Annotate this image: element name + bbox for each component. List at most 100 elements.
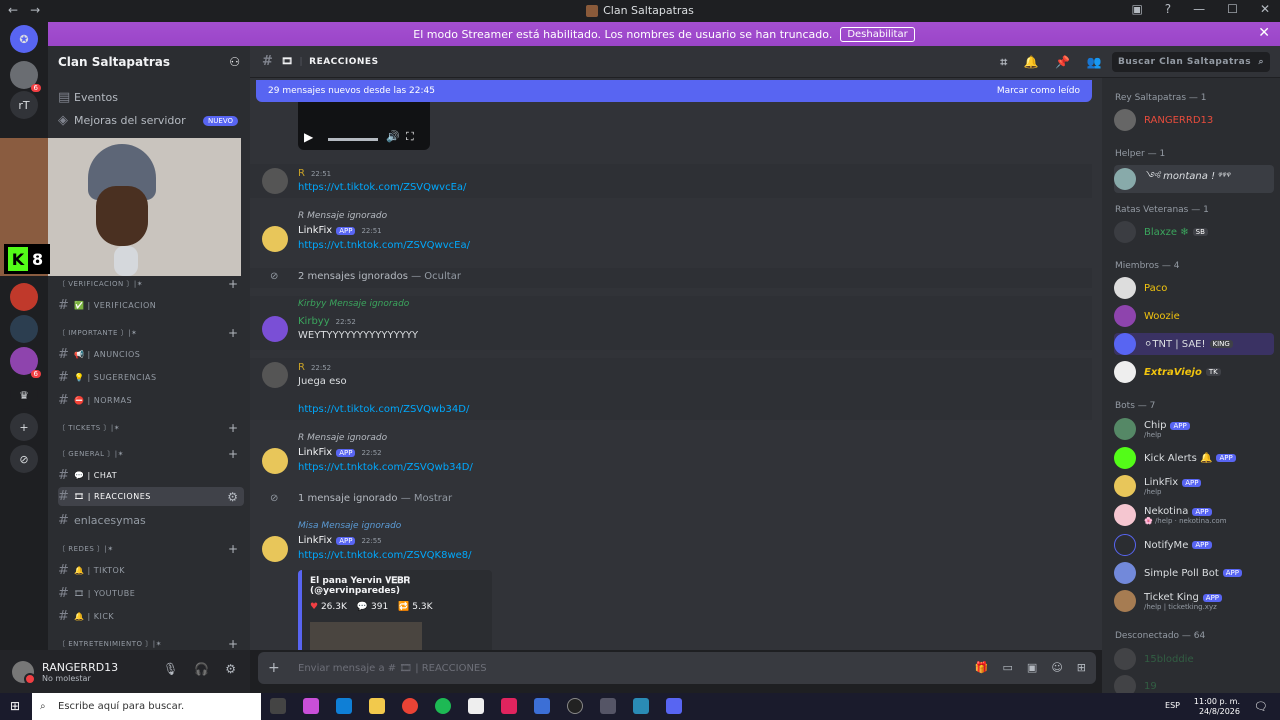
avatar[interactable]	[262, 168, 288, 194]
category-redes[interactable]: 〔 REDES 〕|✶ +	[58, 542, 244, 556]
clock[interactable]: 11:00 p. m. 24/8/2026	[1194, 697, 1240, 717]
video-player[interactable]: ▶ 🔊 ⛶	[298, 100, 430, 150]
mark-read-button[interactable]: Marcar como leído	[997, 86, 1080, 96]
member-item[interactable]: Nekotina APP 🌸 /help · nekotina.com	[1114, 504, 1274, 526]
headphones-icon[interactable]: 🎧	[194, 662, 209, 676]
app-icon[interactable]	[534, 698, 550, 714]
invite-icon[interactable]: ⚇	[229, 55, 240, 69]
reply-preview[interactable]: R Mensaje ignorado	[298, 433, 387, 443]
back-arrow-icon[interactable]: ←	[8, 3, 18, 17]
gif-icon[interactable]: ▭	[1003, 661, 1013, 674]
sticker-icon[interactable]: ▣	[1027, 661, 1037, 674]
channel-normas[interactable]: # ⛔ | NORMAS	[58, 393, 244, 408]
play-icon[interactable]: ▶	[304, 130, 313, 144]
category-tickets[interactable]: 〔 TICKETS 〕|✶ +	[58, 421, 244, 435]
edge-icon[interactable]	[336, 698, 352, 714]
member-item[interactable]: LinkFix APP/help	[1114, 475, 1274, 497]
avatar[interactable]	[262, 226, 288, 252]
member-item[interactable]: Woozie	[1114, 305, 1274, 327]
inbox-icon[interactable]: ▣	[1131, 2, 1142, 16]
app-icon[interactable]	[501, 698, 517, 714]
notification-icon[interactable]: 🗨	[1254, 700, 1268, 713]
discord-home-icon[interactable]: ✪	[10, 25, 38, 53]
mic-icon[interactable]: 🎙	[163, 662, 178, 676]
category-general[interactable]: 〔 GENERAL 〕|✶ +	[58, 447, 244, 461]
windows-start-icon[interactable]: ⊞	[10, 699, 20, 713]
avatar[interactable]	[262, 536, 288, 562]
server-header[interactable]: Clan Saltapatras ⚇	[48, 46, 250, 78]
message-link[interactable]: https://vt.tiktok.com/ZSVQwvcEa/	[298, 182, 466, 193]
pin-icon[interactable]: 📌	[1055, 55, 1070, 70]
events-item[interactable]: ▤ Eventos	[58, 90, 244, 105]
member-item[interactable]: Paco	[1114, 277, 1274, 299]
fullscreen-icon[interactable]: ⛶	[406, 130, 414, 144]
threads-icon[interactable]: ⌗	[1000, 55, 1007, 70]
server-icon-f[interactable]	[10, 315, 38, 343]
message-link[interactable]: https://vt.tnktok.com/ZSVQwvcEa/	[298, 240, 470, 251]
member-item[interactable]: NotifyMe APP	[1114, 534, 1274, 556]
avatar[interactable]	[262, 448, 288, 474]
server-icon-digital[interactable]	[10, 283, 38, 311]
emoji-icon[interactable]: ☺	[1051, 661, 1062, 674]
reply-preview[interactable]: Kirbyy Mensaje ignorado	[298, 299, 409, 309]
banner-close-icon[interactable]: ✕	[1258, 25, 1270, 41]
reply-preview[interactable]: R Mensaje ignorado	[298, 211, 387, 221]
copilot-icon[interactable]	[303, 698, 319, 714]
app-icon[interactable]	[600, 698, 616, 714]
search-input[interactable]: Buscar Clan Saltapatras ⌕	[1112, 52, 1270, 72]
member-item[interactable]: Kick Alerts 🔔 APP	[1114, 447, 1274, 469]
ignored-messages[interactable]: ⊘ 1 mensaje ignorado — Mostrar	[250, 490, 1092, 510]
add-channel-icon[interactable]: +	[228, 277, 238, 291]
volume-icon[interactable]: 🔊	[386, 130, 400, 143]
channel-tiktok[interactable]: # 🔔 | TIKTOK	[58, 563, 244, 578]
explore-icon[interactable]: ⊘	[10, 445, 38, 473]
notepad-icon[interactable]	[468, 698, 484, 714]
new-messages-bar[interactable]: 29 mensajes nuevos desde las 22:45 Marca…	[256, 80, 1092, 102]
member-item[interactable]: Ticket King APP/help | ticketking.xyz	[1114, 590, 1274, 612]
channel-youtube[interactable]: # 🎞 | YOUTUBE	[58, 586, 244, 601]
member-item[interactable]: ExtraViejo TK	[1114, 361, 1274, 383]
discord-icon[interactable]	[666, 698, 682, 714]
ignored-messages[interactable]: ⊘ 2 mensajes ignorados — Ocultar	[250, 268, 1092, 288]
server-icon-rt[interactable]: rT	[10, 91, 38, 119]
channel-enlacesymas[interactable]: # enlacesymas	[58, 513, 244, 528]
channel-chat[interactable]: # 💬 | CHAT	[58, 468, 244, 483]
member-item[interactable]: Chip APP/help	[1114, 418, 1274, 440]
server-avatar[interactable]: 6	[10, 61, 41, 92]
task-view-icon[interactable]	[270, 698, 286, 714]
gift-icon[interactable]: 🎁	[975, 661, 989, 674]
maximize-icon[interactable]: ☐	[1227, 2, 1238, 16]
disable-button[interactable]: Deshabilitar	[840, 26, 915, 42]
close-icon[interactable]: ✕	[1260, 2, 1270, 16]
spotify-icon[interactable]	[435, 698, 451, 714]
reply-preview[interactable]: Misa Mensaje ignorado	[298, 521, 401, 531]
member-item[interactable]: 15bloddie	[1114, 648, 1274, 670]
app-icon[interactable]	[633, 698, 649, 714]
obs-icon[interactable]	[567, 698, 583, 714]
member-item[interactable]: ༺ montana ! ᵠᵠᵠ	[1114, 165, 1274, 193]
member-item[interactable]: Simple Poll Bot APP	[1114, 562, 1274, 584]
member-item[interactable]: RANGERRD13	[1114, 109, 1274, 131]
member-item[interactable]: ⚪TNT | SAE! KING	[1114, 333, 1274, 355]
settings-icon[interactable]: ⚙	[227, 490, 238, 504]
server-icon-game[interactable]: 6	[10, 347, 41, 378]
channel-reacciones[interactable]: # 🎞 | REACCIONES ⚙	[58, 487, 244, 506]
message-link[interactable]: https://vt.tiktok.com/ZSVQwb34D/	[298, 404, 469, 415]
language-indicator[interactable]: ESP	[1165, 701, 1180, 710]
channel-sugerencias[interactable]: # 💡 | SUGERENCIAS	[58, 370, 244, 385]
seek-bar[interactable]	[328, 138, 378, 141]
add-server-icon[interactable]: +	[10, 413, 38, 441]
file-explorer-icon[interactable]	[369, 698, 385, 714]
tiktok-embed[interactable]: El pana Yervin 𝐕𝐄𝐁𝐑 (@yervinparedes) ♥ 2…	[298, 570, 492, 650]
chrome-icon[interactable]	[402, 698, 418, 714]
boosts-item[interactable]: ◈ Mejoras del servidor NUEVO	[58, 113, 244, 128]
taskbar-search-input[interactable]: ⌕ Escribe aquí para buscar.	[32, 693, 261, 720]
help-icon[interactable]: ?	[1165, 2, 1171, 16]
plus-icon[interactable]: +	[268, 660, 280, 676]
message-input[interactable]: + Enviar mensaje a # 🎞 | REACCIONES 🎁 ▭ …	[258, 652, 1096, 684]
category-verificacion[interactable]: 〔 VERIFICACION 〕|✶ +	[58, 277, 244, 291]
apps-icon[interactable]: ⊞	[1077, 661, 1086, 674]
bell-icon[interactable]: 🔔	[1024, 55, 1039, 70]
category-entretenimiento[interactable]: 〔 ENTRETENIMIENTO 〕|✶ +	[58, 637, 244, 651]
channel-kick[interactable]: # 🔔 | KICK	[58, 609, 244, 624]
